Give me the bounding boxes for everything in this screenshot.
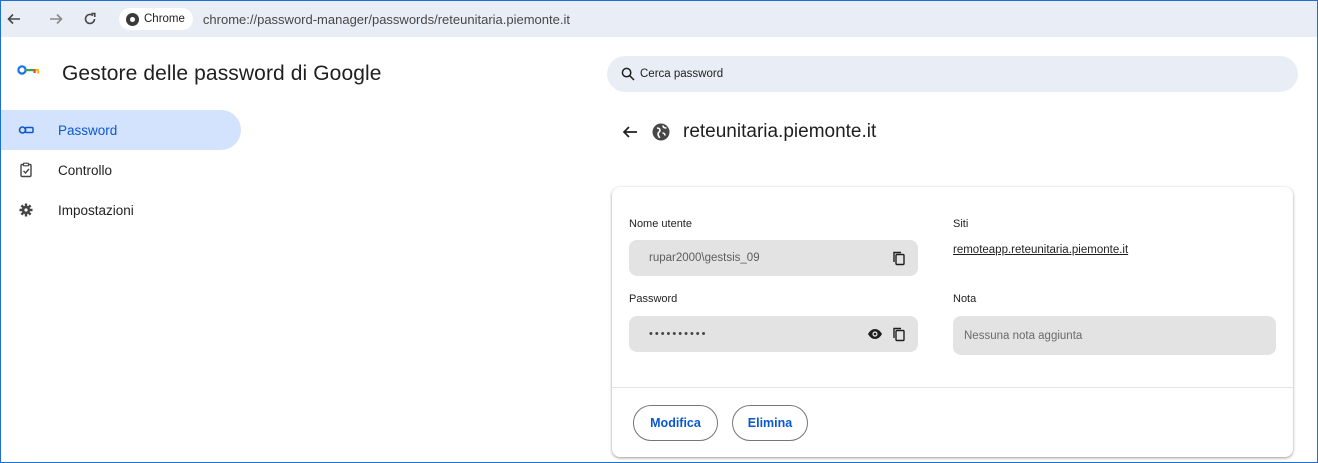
sites-label: Siti bbox=[953, 218, 969, 230]
arrow-left-icon bbox=[622, 126, 637, 138]
card-divider bbox=[612, 387, 1293, 388]
site-title: reteunitaria.piemonte.it bbox=[683, 121, 877, 142]
search-placeholder: Cerca password bbox=[640, 68, 724, 80]
note-label: Nota bbox=[953, 293, 977, 305]
browser-toolbar: Chrome chrome://password-manager/passwor… bbox=[1, 1, 1317, 37]
copy-icon[interactable] bbox=[891, 250, 907, 266]
app-title: Gestore delle password di Google bbox=[62, 62, 382, 85]
forward-button[interactable] bbox=[45, 8, 67, 30]
password-label: Password bbox=[629, 293, 678, 305]
chrome-logo-icon bbox=[126, 12, 139, 26]
sidebar-item-label: Controllo bbox=[58, 162, 113, 178]
search-icon bbox=[621, 67, 635, 81]
arrow-right-icon bbox=[50, 13, 63, 25]
username-label: Nome utente bbox=[629, 218, 692, 230]
sidebar-item-controllo[interactable]: Controllo bbox=[1, 150, 241, 190]
note-placeholder: Nessuna nota aggiunta bbox=[964, 329, 1083, 342]
checkup-icon bbox=[18, 162, 34, 178]
sidebar-item-password[interactable]: Password bbox=[1, 110, 241, 150]
password-manager-logo-icon bbox=[17, 65, 40, 75]
password-value: •••••••••• bbox=[649, 328, 708, 340]
globe-icon bbox=[652, 123, 670, 141]
site-link[interactable]: remoteapp.reteunitaria.piemonte.it bbox=[953, 244, 1128, 256]
sidebar-item-impostazioni[interactable]: Impostazioni bbox=[1, 190, 241, 230]
reload-button[interactable] bbox=[79, 8, 101, 30]
search-input[interactable]: Cerca password bbox=[607, 56, 1298, 92]
back-to-list-button[interactable] bbox=[620, 122, 640, 142]
username-field[interactable]: rupar2000\gestsis_09 bbox=[629, 240, 918, 276]
copy-icon[interactable] bbox=[891, 326, 907, 342]
chrome-chip-label: Chrome bbox=[144, 13, 185, 25]
key-icon bbox=[18, 122, 34, 138]
edit-button[interactable]: Modifica bbox=[633, 405, 718, 441]
delete-button[interactable]: Elimina bbox=[732, 405, 808, 441]
password-field[interactable]: •••••••••• bbox=[629, 316, 918, 352]
gear-icon bbox=[18, 202, 34, 218]
sidebar-item-label: Impostazioni bbox=[58, 202, 134, 218]
username-value: rupar2000\gestsis_09 bbox=[649, 252, 760, 264]
address-bar[interactable]: Chrome chrome://password-manager/passwor… bbox=[113, 4, 1317, 34]
note-field[interactable]: Nessuna nota aggiunta bbox=[953, 316, 1276, 355]
back-button[interactable] bbox=[3, 8, 25, 30]
eye-icon[interactable] bbox=[867, 326, 883, 342]
credential-card: Nome utente rupar2000\gestsis_09 Siti re… bbox=[612, 187, 1293, 457]
url-text[interactable]: chrome://password-manager/passwords/rete… bbox=[203, 12, 570, 27]
chrome-chip[interactable]: Chrome bbox=[119, 8, 193, 30]
sidebar-item-label: Password bbox=[58, 122, 118, 138]
arrow-left-icon bbox=[7, 13, 20, 25]
reload-icon bbox=[84, 12, 96, 25]
